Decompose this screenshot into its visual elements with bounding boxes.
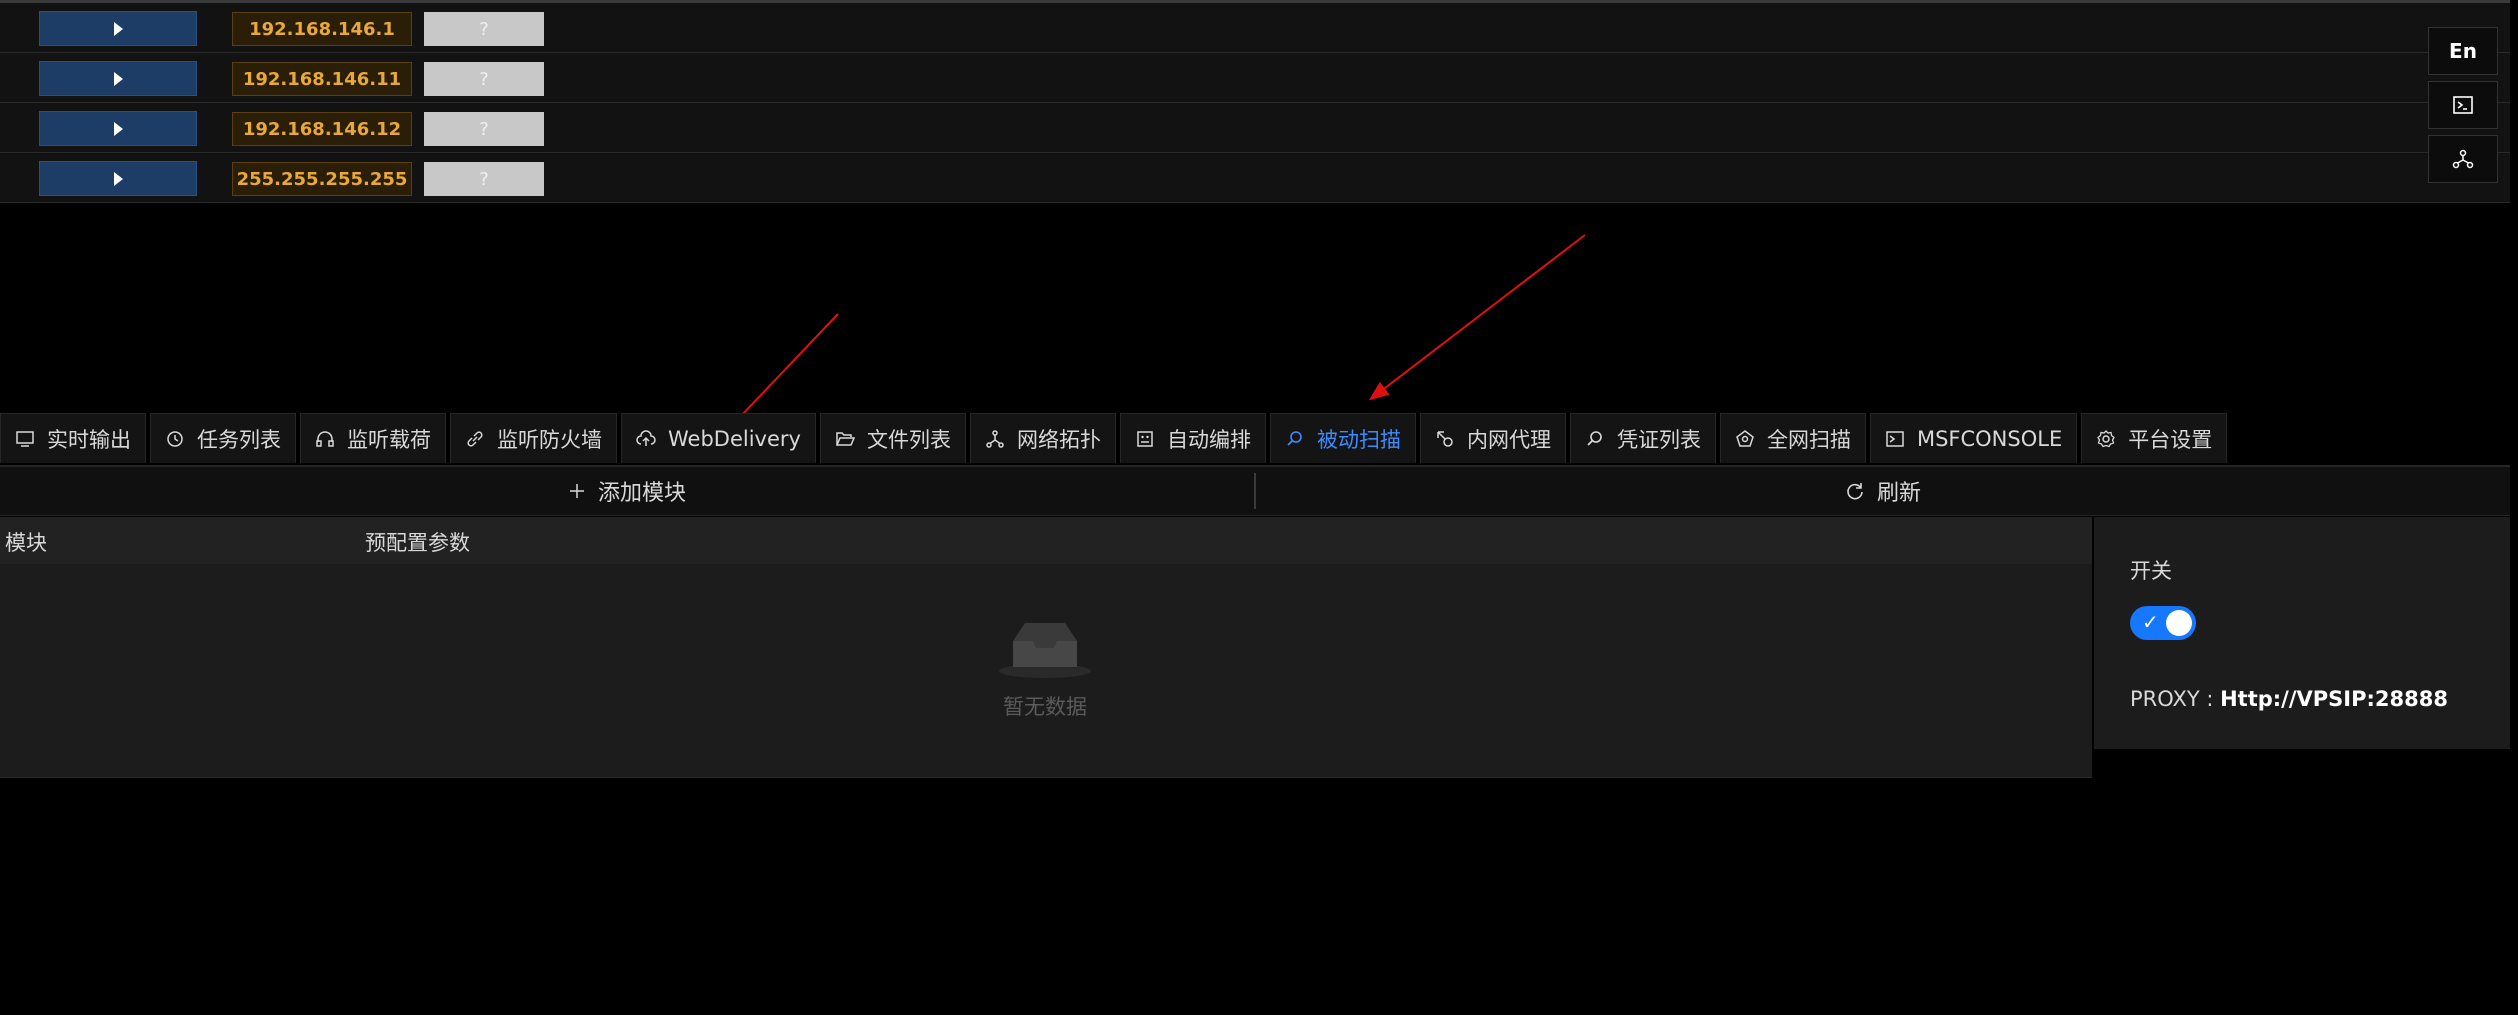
empty-text: 暂无数据 [1003,695,1087,719]
host-row: 192.168.146.12 ? [0,103,2510,153]
proxy-info: PROXY : Http://VPSIP:28888 [2130,687,2448,711]
topology-button[interactable] [2428,135,2498,183]
ip-address-tag[interactable]: 192.168.146.12 [232,112,412,146]
os-status-tag[interactable]: ? [424,62,544,96]
switch-label: 开关 [2130,559,2172,583]
clock-icon [165,429,185,449]
ip-address-tag[interactable]: 255.255.255.255 [232,162,412,196]
tab-full-network-scan[interactable]: 全网扫描 [1719,413,1866,463]
tab-label: 被动扫描 [1316,427,1401,452]
proxy-value: Http://VPSIP:28888 [2220,687,2448,711]
terminal-icon [2453,96,2473,114]
passive-scan-panel: 开关 ✓ PROXY : Http://VPSIP:28888 [2094,517,2510,749]
refresh-label: 刷新 [1876,481,1921,506]
column-header-preset-params: 预配置参数 [365,531,470,555]
column-header-module: 模块 [5,531,47,555]
tab-label: 文件列表 [866,427,951,452]
table-header: 模块 预配置参数 [0,517,2092,564]
search-icon [1285,429,1305,449]
os-status-tag[interactable]: ? [424,162,544,196]
tab-realtime-output[interactable]: 实时输出 [0,413,146,463]
tab-label: 任务列表 [197,427,281,452]
plus-icon [568,482,586,500]
tab-label: MSFCONSOLE [1916,426,2063,451]
play-icon [113,71,123,86]
radar-icon [1735,429,1755,449]
search-icon [1585,429,1605,449]
scan-switch-toggle[interactable]: ✓ [2130,606,2196,640]
host-row: 192.168.146.11 ? [0,53,2510,103]
proxy-icon [1435,429,1455,449]
run-button[interactable] [39,161,197,196]
tab-webdelivery[interactable]: WebDelivery [621,413,816,463]
gear-icon [2096,429,2116,449]
tab-bar: 实时输出 任务列表 监听载荷 监听防火墙 WebDelivery 文件列表 网络… [0,413,2231,463]
tab-msfconsole[interactable]: MSFCONSOLE [1869,413,2078,463]
monitor-icon [15,429,35,449]
proxy-prefix: PROXY : [2130,687,2221,711]
cloud-upload-icon [636,429,656,449]
play-icon [113,121,123,136]
tab-platform-settings[interactable]: 平台设置 [2081,413,2228,463]
empty-inbox-icon [999,623,1091,678]
refresh-button[interactable]: 刷新 [1256,467,2510,515]
host-table: 192.168.146.1 ? 192.168.146.11 ? 192.168… [0,3,2510,203]
console-button[interactable] [2428,81,2498,129]
tab-label: 网络拓扑 [1016,427,1101,452]
tab-label: 自动编排 [1166,427,1251,452]
headset-icon [315,429,335,449]
host-row: 192.168.146.1 ? [0,3,2510,53]
os-status-tag[interactable]: ? [424,112,544,146]
run-button[interactable] [39,111,197,146]
host-row: 255.255.255.255 ? [0,153,2510,203]
add-module-button[interactable]: 添加模块 [0,467,1254,515]
toggle-knob [2166,610,2192,636]
tab-label: 监听载荷 [347,427,431,452]
play-icon [113,171,123,186]
add-module-label: 添加模块 [597,481,686,506]
link-icon [465,429,485,449]
tab-intranet-proxy[interactable]: 内网代理 [1419,413,1566,463]
action-bar: 添加模块 刷新 [0,467,2510,516]
ip-address-tag[interactable]: 192.168.146.1 [232,12,412,46]
topology-icon [985,429,1005,449]
module-table: 模块 预配置参数 暂无数据 [0,517,2092,778]
robot-icon [1135,429,1155,449]
refresh-icon [1845,481,1865,501]
tab-listener-firewall[interactable]: 监听防火墙 [450,413,617,463]
tab-network-topology[interactable]: 网络拓扑 [969,413,1116,463]
tab-label: 平台设置 [2128,427,2213,452]
red-arrow [1368,234,1586,401]
check-icon: ✓ [2142,610,2159,634]
run-button[interactable] [39,11,197,46]
tab-auto-orchestration[interactable]: 自动编排 [1119,413,1266,463]
tab-label: 凭证列表 [1616,427,1701,452]
terminal-icon [1885,429,1905,449]
tab-label: 实时输出 [47,427,131,452]
tab-label: 内网代理 [1466,427,1551,452]
tab-passive-scan[interactable]: 被动扫描 [1269,413,1416,463]
run-button[interactable] [39,61,197,96]
side-toolbar: En [2428,27,2498,189]
tab-label: 全网扫描 [1766,427,1851,452]
empty-state: 暂无数据 [940,617,1150,721]
os-status-tag[interactable]: ? [424,12,544,46]
tab-file-list[interactable]: 文件列表 [819,413,966,463]
folder-open-icon [835,429,855,449]
topology-icon [2452,149,2474,169]
tab-task-list[interactable]: 任务列表 [150,413,296,463]
tab-label: 监听防火墙 [497,427,602,452]
ip-address-tag[interactable]: 192.168.146.11 [232,62,412,96]
play-icon [113,21,123,36]
tab-credential-list[interactable]: 凭证列表 [1569,413,1716,463]
language-button[interactable]: En [2428,27,2498,75]
tab-listener-payload[interactable]: 监听载荷 [300,413,446,463]
tab-label: WebDelivery [668,426,801,451]
